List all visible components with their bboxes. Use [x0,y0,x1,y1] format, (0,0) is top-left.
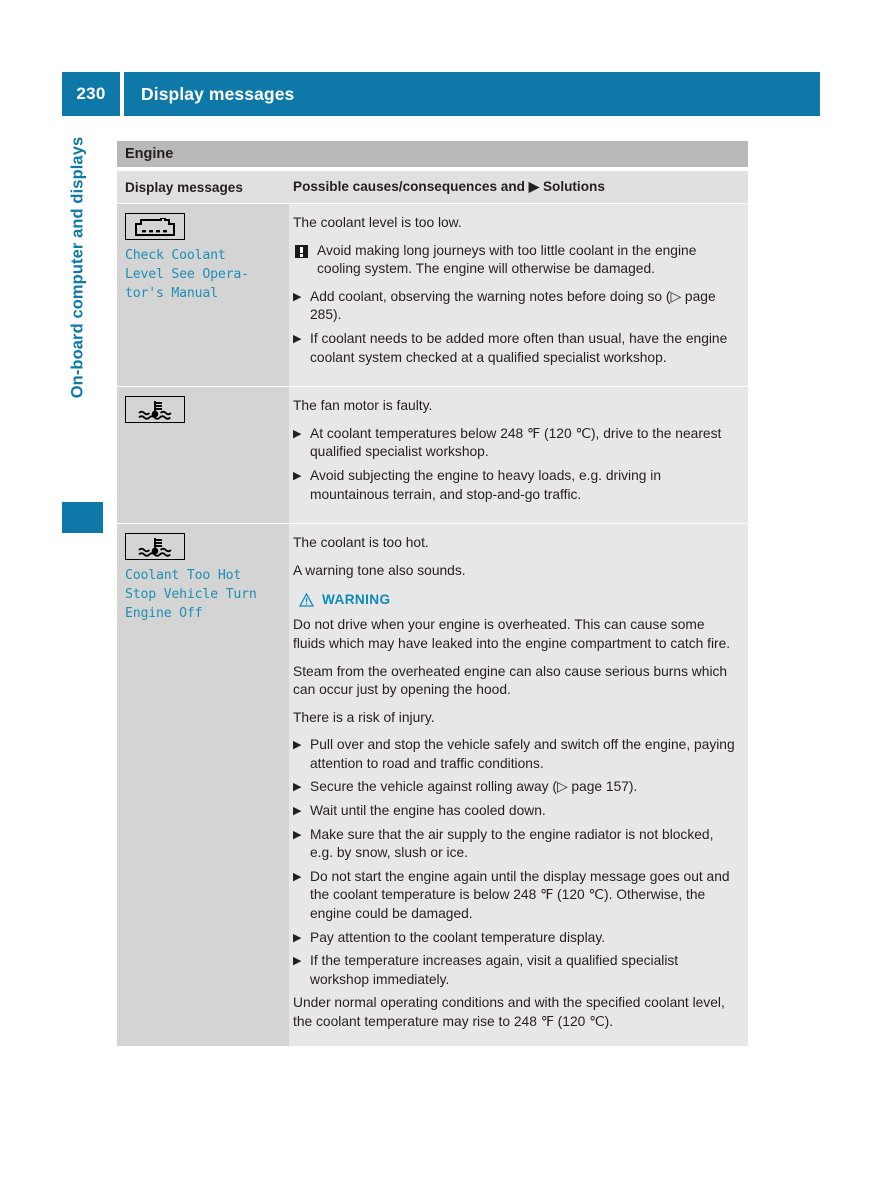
paragraph: The coolant is too hot. [293,535,429,551]
note-exclamation-icon [295,244,308,258]
coolant-temperature-icon [125,533,185,561]
warning-label: WARNING [322,592,391,608]
solution-text: At coolant temperatures below 248 ℉ (120… [310,425,722,460]
solution-arrow-icon: ▶ [293,828,302,841]
table-column-headers: Display messages Possible causes/consequ… [117,171,748,203]
section-header-engine: Engine [117,141,748,167]
solution-arrow-icon: ▶ [293,805,302,818]
solution-text: Avoid subjecting the engine to heavy loa… [310,467,662,502]
page-title: Display messages [124,72,820,116]
solution-bullet: ▶ Avoid subjecting the engine to heavy lo… [293,467,740,504]
solution-bullet: ▶ Make sure that the air supply to the en… [293,826,740,863]
solution-arrow-icon: ▶ [293,955,302,968]
warning-header: WARNING [298,592,740,608]
note-text: Avoid making long journeys with too litt… [317,242,697,277]
chapter-label: On-board computer and displays [68,136,87,399]
solution-bullet: ▶ At coolant temperatures below 248 ℉ (12… [293,425,740,462]
paragraph: The coolant level is too low. [293,215,462,230]
coolant-reservoir-level-icon [125,213,185,240]
solution-bullet: ▶ Secure the vehicle against rolling away… [293,778,740,797]
solution-bullet: ▶ Pull over and stop the vehicle safely a… [293,736,740,773]
display-message-text: Coolant Too Hot Stop Vehicle Turn Engine… [125,568,257,622]
solution-arrow-icon: ▶ [293,332,302,345]
paragraph: A warning tone also sounds. [293,562,466,578]
causes-solutions-cell: The coolant is too hot. A warning tone al… [289,524,748,1046]
solution-text: Do not start the engine again until the … [310,868,730,922]
warning-triangle-icon [298,592,315,607]
solution-bullet: ▶ If coolant needs to be added more often… [293,330,740,367]
display-message-text: Check Coolant Level See Opera- tor's Man… [125,248,249,301]
solution-arrow-icon: ▶ [293,739,302,752]
coolant-temperature-icon [125,396,185,424]
table-body: Check Coolant Level See Opera- tor's Man… [117,204,748,1046]
chapter-tab-marker [62,502,103,533]
solution-arrow-icon: ▶ [293,781,302,794]
solution-arrow-icon: ▶ [293,931,302,944]
solution-text: If the temperature increases again, visi… [310,953,679,987]
paragraph: There is a risk of injury. [293,709,435,725]
causes-solutions-cell: The fan motor is faulty. ▶ At coolant temp… [289,387,748,524]
solution-text: Wait until the engine has cooled down. [310,803,546,819]
paragraph: The fan motor is faulty. [293,398,433,414]
page-number: 230 [62,72,120,116]
display-message-cell [117,387,289,524]
display-message-cell: Check Coolant Level See Opera- tor's Man… [117,204,289,387]
solution-text: Make sure that the air supply to the eng… [310,826,714,861]
page-header: 230 Display messages [62,72,820,116]
solution-text: Pull over and stop the vehicle safely an… [310,737,735,771]
solution-text: Pay attention to the coolant temperature… [310,929,606,945]
causes-solutions-cell: The coolant level is too low. Avoid makin… [289,204,748,387]
display-message-cell: Coolant Too Hot Stop Vehicle Turn Engine… [117,524,289,1046]
table-row: Coolant Too Hot Stop Vehicle Turn Engine… [117,524,748,1046]
table-row: Check Coolant Level See Opera- tor's Man… [117,204,748,387]
solution-text: Add coolant, observing the warning notes… [310,288,716,323]
solution-arrow-icon: ▶ [293,870,302,883]
solution-bullet: ▶ Add coolant, observing the warning note… [293,288,740,325]
solution-bullet: ▶ Pay attention to the coolant temperatur… [293,929,740,948]
solution-bullet: ▶ If the temperature increases again, vis… [293,952,740,989]
paragraph: Steam from the overheated engine can als… [293,663,728,698]
paragraph: Do not drive when your engine is overhea… [293,617,731,651]
solution-bullet: ▶ Wait until the engine has cooled down. [293,802,740,821]
solution-arrow-icon: ▶ [293,469,302,482]
solution-text: If coolant needs to be added more often … [310,330,728,365]
paragraph: Under normal operating conditions and wi… [293,995,725,1029]
solution-arrow-icon: ▶ [293,427,302,440]
solution-arrow-icon: ▶ [293,290,302,303]
solution-text: Secure the vehicle against rolling away … [310,779,638,795]
column-header-causes-solutions: Possible causes/consequences and ▶ Solut… [293,179,605,194]
solution-bullet: ▶ Do not start the engine again until the… [293,868,740,924]
note-block: Avoid making long journeys with too litt… [293,242,740,279]
table-row: The fan motor is faulty. ▶ At coolant temp… [117,387,748,524]
column-header-display-messages: Display messages [125,179,243,195]
display-messages-table: Engine Display messages Possible causes/… [117,141,748,1046]
